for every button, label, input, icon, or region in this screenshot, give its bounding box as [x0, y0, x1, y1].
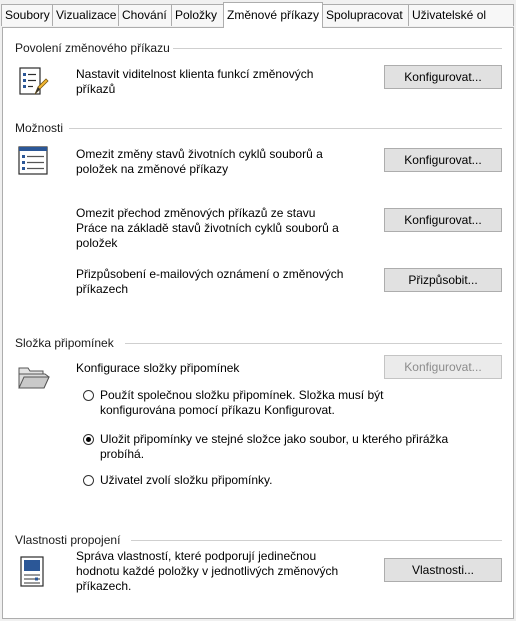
section-title-povoleni: Povolení změnového příkazu	[15, 41, 170, 55]
radio-label: Použít společnou složku připomínek. Slož…	[100, 388, 384, 417]
tab-strip: Soubory Vizualizace Chování Položky Změn…	[0, 0, 516, 28]
tab-soubory[interactable]: Soubory	[1, 4, 53, 26]
list-form-icon	[18, 146, 48, 175]
configure-markup-folder-button[interactable]: Konfigurovat...	[384, 355, 502, 379]
configure-lifecycle-button[interactable]: Konfigurovat...	[384, 148, 502, 172]
customize-email-button[interactable]: Přizpůsobit...	[384, 268, 502, 292]
separator	[125, 343, 502, 344]
section-title-vlastnosti: Vlastnosti propojení	[15, 533, 121, 547]
tab-chovani[interactable]: Chování	[118, 4, 172, 26]
radio-user-chooses[interactable]: Uživatel zvolí složku připomínky.	[83, 473, 463, 490]
radio-button[interactable]	[83, 475, 94, 486]
tab-uzivatelske-ol[interactable]: Uživatelské ol	[408, 4, 514, 26]
configure-transition-button[interactable]: Konfigurovat...	[384, 208, 502, 232]
link-properties-description: Správa vlastností, které podporují jedin…	[76, 549, 339, 593]
configure-visibility-button[interactable]: Konfigurovat...	[384, 65, 502, 89]
radio-button[interactable]	[83, 434, 94, 445]
transition-restrict-description: Omezit přechod změnových příkazů ze stav…	[76, 206, 339, 250]
folder-open-icon	[18, 367, 50, 389]
separator	[173, 48, 502, 49]
properties-button[interactable]: Vlastnosti...	[384, 558, 502, 582]
tab-spolupracovat[interactable]: Spolupracovat	[322, 4, 409, 26]
checklist-pencil-icon	[19, 67, 49, 95]
povoleni-description: Nastavit viditelnost klienta funkcí změn…	[76, 67, 314, 96]
email-customize-description: Přizpůsobení e-mailových oznámení o změn…	[76, 267, 344, 296]
section-title-moznosti: Možnosti	[15, 121, 64, 135]
radio-label: Uživatel zvolí složku připomínky.	[100, 473, 273, 487]
separator	[131, 540, 502, 541]
properties-panel-icon	[20, 556, 44, 587]
tab-polozky[interactable]: Položky	[171, 4, 224, 26]
tab-zmenove-prikazy[interactable]: Změnové příkazy	[223, 2, 323, 28]
tab-panel: Povolení změnového příkazu Nastavit vidi…	[2, 27, 514, 619]
radio-same-folder[interactable]: Uložit připomínky ve stejné složce jako …	[83, 432, 463, 465]
radio-label: Uložit připomínky ve stejné složce jako …	[100, 432, 449, 461]
lifecycle-restrict-description: Omezit změny stavů životních cyklů soubo…	[76, 147, 323, 176]
tab-vizualizace[interactable]: Vizualizace	[52, 4, 119, 26]
separator	[69, 128, 502, 129]
radio-button[interactable]	[83, 390, 94, 401]
radio-shared-folder[interactable]: Použít společnou složku připomínek. Slož…	[83, 388, 463, 421]
section-title-slozka: Složka připomínek	[15, 336, 114, 350]
markup-folder-description: Konfigurace složky připomínek	[76, 361, 240, 375]
